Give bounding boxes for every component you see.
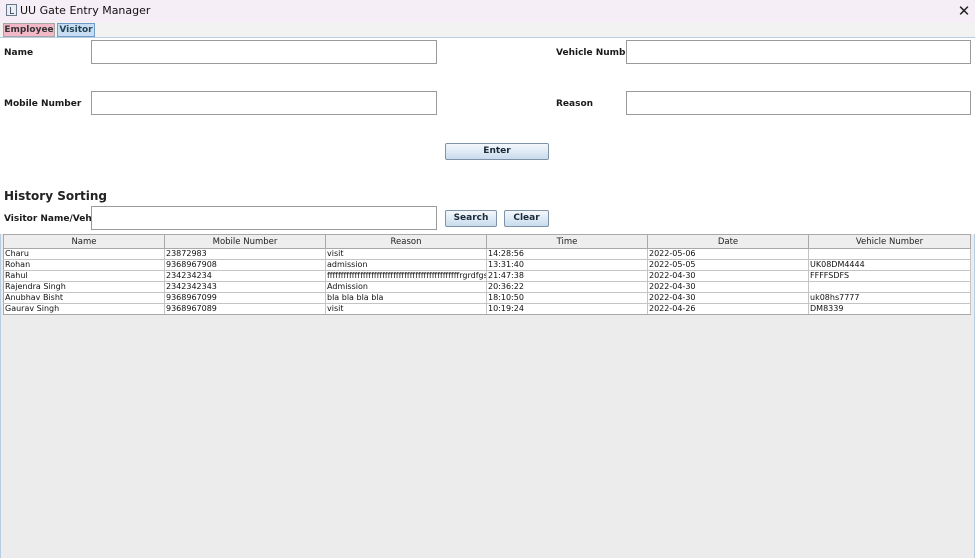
- table-header-row: Name Mobile Number Reason Time Date Vehi…: [3, 234, 971, 249]
- cell-mobile-number[interactable]: 9368967099: [164, 292, 326, 304]
- cell-vehicle-number[interactable]: [808, 248, 971, 260]
- name-input[interactable]: [91, 40, 437, 64]
- cell-date[interactable]: 2022-04-30: [647, 292, 809, 304]
- tab-employee[interactable]: Employee: [3, 23, 55, 37]
- reason-input[interactable]: [626, 91, 971, 115]
- cell-vehicle-number[interactable]: FFFFSDFS: [808, 270, 971, 282]
- cell-date[interactable]: 2022-04-26: [647, 303, 809, 315]
- cell-reason[interactable]: visit: [325, 303, 487, 315]
- cell-vehicle-number[interactable]: DM8339: [808, 303, 971, 315]
- enter-button[interactable]: Enter: [445, 143, 549, 160]
- cell-time[interactable]: 18:10:50: [486, 292, 648, 304]
- cell-name[interactable]: Rahul: [3, 270, 165, 282]
- history-sorting-title: History Sorting: [4, 189, 107, 203]
- history-table: Name Mobile Number Reason Time Date Vehi…: [3, 234, 971, 315]
- cell-date[interactable]: 2022-05-05: [647, 259, 809, 271]
- cell-reason[interactable]: visit: [325, 248, 487, 260]
- cell-date[interactable]: 2022-04-30: [647, 270, 809, 282]
- tab-visitor[interactable]: Visitor: [57, 23, 95, 37]
- tab-strip: Employee Visitor: [0, 22, 975, 38]
- window-title: UU Gate Entry Manager: [20, 4, 151, 17]
- cell-mobile-number[interactable]: 9368967908: [164, 259, 326, 271]
- cell-mobile-number[interactable]: 234234234: [164, 270, 326, 282]
- visitor-search-input[interactable]: [91, 206, 437, 230]
- column-header-reason[interactable]: Reason: [325, 234, 487, 249]
- cell-time[interactable]: 13:31:40: [486, 259, 648, 271]
- search-button[interactable]: Search: [445, 210, 497, 227]
- cell-date[interactable]: 2022-04-30: [647, 281, 809, 293]
- column-header-mobile-number[interactable]: Mobile Number: [164, 234, 326, 249]
- cell-reason[interactable]: admission: [325, 259, 487, 271]
- cell-date[interactable]: 2022-05-06: [647, 248, 809, 260]
- reason-label: Reason: [556, 99, 594, 109]
- cell-mobile-number[interactable]: 23872983: [164, 248, 326, 260]
- cell-reason[interactable]: Admission: [325, 281, 487, 293]
- table-row[interactable]: Rahul 234234234 ffffffffffffffffffffffff…: [3, 270, 971, 282]
- cell-time[interactable]: 21:47:38: [486, 270, 648, 282]
- clear-button[interactable]: Clear: [504, 210, 549, 227]
- cell-vehicle-number[interactable]: [808, 281, 971, 293]
- table-row[interactable]: Rajendra Singh 2342342343 Admission 20:3…: [3, 281, 971, 293]
- cell-mobile-number[interactable]: 9368967089: [164, 303, 326, 315]
- cell-name[interactable]: Anubhav Bisht: [3, 292, 165, 304]
- cell-reason[interactable]: ffffffffffffffffffffffffffffffffffffffff…: [325, 270, 487, 282]
- table-row[interactable]: Anubhav Bisht 9368967099 bla bla bla bla…: [3, 292, 971, 304]
- mobile-number-label: Mobile Number: [4, 99, 82, 109]
- app-icon: [6, 4, 17, 16]
- cell-vehicle-number[interactable]: UK08DM4444: [808, 259, 971, 271]
- cell-time[interactable]: 20:36:22: [486, 281, 648, 293]
- cell-time[interactable]: 10:19:24: [486, 303, 648, 315]
- mobile-number-input[interactable]: [91, 91, 437, 115]
- cell-time[interactable]: 14:28:56: [486, 248, 648, 260]
- close-button[interactable]: ✕: [955, 2, 973, 20]
- title-bar: UU Gate Entry Manager ✕: [0, 0, 975, 22]
- name-label: Name: [4, 48, 34, 58]
- column-header-vehicle-number[interactable]: Vehicle Number: [808, 234, 971, 249]
- column-header-date[interactable]: Date: [647, 234, 809, 249]
- table-row[interactable]: Gaurav Singh 9368967089 visit 10:19:24 2…: [3, 303, 971, 315]
- table-row[interactable]: Charu 23872983 visit 14:28:56 2022-05-06: [3, 248, 971, 260]
- cell-reason[interactable]: bla bla bla bla: [325, 292, 487, 304]
- cell-name[interactable]: Rohan: [3, 259, 165, 271]
- vehicle-number-label: Vehicle Number: [556, 48, 637, 58]
- vehicle-number-input[interactable]: [626, 40, 971, 64]
- column-header-time[interactable]: Time: [486, 234, 648, 249]
- history-table-container: Name Mobile Number Reason Time Date Vehi…: [3, 234, 971, 552]
- cell-name[interactable]: Charu: [3, 248, 165, 260]
- column-header-name[interactable]: Name: [3, 234, 165, 249]
- cell-name[interactable]: Rajendra Singh: [3, 281, 165, 293]
- cell-mobile-number[interactable]: 2342342343: [164, 281, 326, 293]
- cell-vehicle-number[interactable]: uk08hs7777: [808, 292, 971, 304]
- cell-name[interactable]: Gaurav Singh: [3, 303, 165, 315]
- table-row[interactable]: Rohan 9368967908 admission 13:31:40 2022…: [3, 259, 971, 271]
- visitor-form-area: [0, 38, 975, 234]
